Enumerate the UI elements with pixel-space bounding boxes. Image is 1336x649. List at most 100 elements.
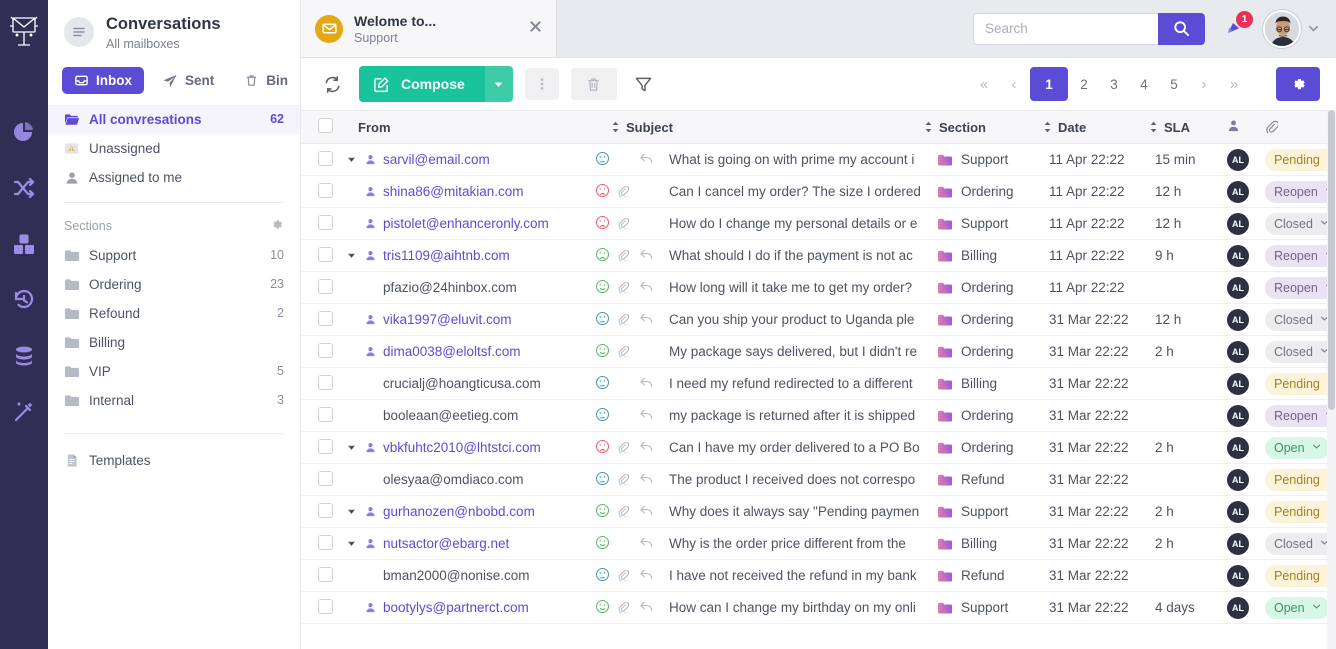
row-subject-cell[interactable]: my package is returned after it is shipp… <box>669 399 937 432</box>
sidebar-section-refound[interactable]: Refound 2 <box>48 299 300 328</box>
header-section[interactable]: Section <box>925 110 1049 144</box>
tab-bin[interactable]: Bin <box>232 67 300 94</box>
paperclip-icon[interactable] <box>617 471 630 486</box>
row-assignee-cell[interactable]: AL <box>1227 175 1265 208</box>
row-assignee-cell[interactable]: AL <box>1227 399 1265 432</box>
filter-button[interactable] <box>629 69 659 99</box>
search-input[interactable] <box>973 12 1158 45</box>
row-expand-toggle[interactable] <box>345 155 358 164</box>
row-assignee-cell[interactable]: AL <box>1227 239 1265 272</box>
status-badge[interactable]: Open <box>1265 596 1330 619</box>
chevron-down-icon[interactable] <box>1312 442 1321 451</box>
status-badge[interactable]: Open <box>1265 436 1330 459</box>
row-assignee-cell[interactable]: AL <box>1227 207 1265 240</box>
row-subject-cell[interactable]: Why is the order price different from th… <box>669 527 937 560</box>
row-expand-toggle[interactable] <box>345 443 358 452</box>
pagination-last[interactable]: » <box>1220 69 1248 99</box>
row-subject-cell[interactable]: I have not received the refund in my ban… <box>669 559 937 592</box>
vertical-scrollbar[interactable] <box>1327 110 1336 649</box>
table-row[interactable]: pfazio@24hinbox.com How long will it tak… <box>301 271 1336 304</box>
tab-inbox[interactable]: Inbox <box>62 67 144 95</box>
paperclip-icon[interactable] <box>617 343 630 358</box>
sidebar-section-billing[interactable]: Billing <box>48 328 300 357</box>
row-from-cell[interactable]: crucialj@hoangticusa.com <box>337 367 595 400</box>
row-subject-cell[interactable]: How can I change my birthday on my onli <box>669 591 937 624</box>
row-subject-cell[interactable]: I need my refund redirected to a differe… <box>669 367 937 400</box>
table-row[interactable]: gurhanozen@nbobd.com Why does it always … <box>301 495 1336 528</box>
status-badge[interactable]: Pending <box>1265 372 1336 395</box>
reply-icon[interactable] <box>639 472 654 485</box>
row-subject-cell[interactable]: What should I do if the payment is not a… <box>669 239 937 272</box>
row-assignee-cell[interactable]: AL <box>1227 463 1265 496</box>
row-checkbox[interactable] <box>318 406 333 422</box>
database-icon[interactable] <box>0 328 48 384</box>
row-checkbox[interactable] <box>318 470 333 486</box>
row-subject-cell[interactable]: Can you ship your product to Uganda ple <box>669 303 937 336</box>
table-row[interactable]: shina86@mitakian.com Can I cancel my ord… <box>301 175 1336 208</box>
row-from-cell[interactable]: vika1997@eluvit.com <box>337 303 595 336</box>
row-from-cell[interactable]: bootylys@partnerct.com <box>337 591 595 624</box>
sidebar-item-templates[interactable]: Templates <box>48 444 300 475</box>
pagination-page-4[interactable]: 4 <box>1130 69 1158 99</box>
table-row[interactable]: tris1109@aihtnb.com What should I do if … <box>301 239 1336 272</box>
chevron-down-icon[interactable] <box>1312 442 1321 454</box>
paperclip-icon[interactable] <box>617 439 630 454</box>
gear-icon[interactable] <box>269 217 284 235</box>
status-badge[interactable]: Reopen <box>1265 180 1336 203</box>
row-checkbox[interactable] <box>318 502 333 518</box>
table-row[interactable]: booleaan@eetieg.com my package is return… <box>301 399 1336 432</box>
select-all-checkbox[interactable] <box>318 118 333 133</box>
reply-icon[interactable] <box>639 312 654 325</box>
row-from-cell[interactable]: gurhanozen@nbobd.com <box>337 495 595 528</box>
sidebar-item-all-conversations[interactable]: All convresations 62 <box>48 104 300 134</box>
row-assignee-cell[interactable]: AL <box>1227 303 1265 336</box>
pagination-prev[interactable]: ‹ <box>1000 69 1028 99</box>
magic-wand-icon[interactable] <box>0 384 48 440</box>
table-row[interactable]: bman2000@nonise.com I have not received … <box>301 559 1336 592</box>
row-checkbox[interactable] <box>318 182 333 198</box>
row-subject-cell[interactable]: Can I have my order delivered to a PO Bo <box>669 431 937 464</box>
table-row[interactable]: dima0038@eloltsf.com My package says del… <box>301 335 1336 368</box>
row-checkbox[interactable] <box>318 566 333 582</box>
row-checkbox[interactable] <box>318 438 333 454</box>
row-subject-cell[interactable]: The product I received does not correspo <box>669 463 937 496</box>
expand-caret-icon[interactable] <box>347 251 356 260</box>
paperclip-icon[interactable] <box>617 599 630 614</box>
reply-icon[interactable] <box>639 152 654 165</box>
row-expand-toggle[interactable] <box>345 539 358 548</box>
search-button[interactable] <box>1158 12 1205 45</box>
reply-icon[interactable] <box>639 248 654 261</box>
paperclip-icon[interactable] <box>617 215 630 230</box>
expand-caret-icon[interactable] <box>347 539 356 548</box>
compose-dropdown-button[interactable] <box>484 66 513 102</box>
row-from-cell[interactable]: bman2000@nonise.com <box>337 559 595 592</box>
reply-icon[interactable] <box>639 440 654 453</box>
pagination-page-5[interactable]: 5 <box>1160 69 1188 99</box>
status-badge[interactable]: Closed <box>1265 308 1336 331</box>
paperclip-icon[interactable] <box>617 567 630 582</box>
reply-icon[interactable] <box>639 376 654 389</box>
row-checkbox[interactable] <box>318 598 333 614</box>
pagination-first[interactable]: « <box>970 69 998 99</box>
account-menu[interactable] <box>1263 9 1320 48</box>
row-subject-cell[interactable]: Can I cancel my order? The size I ordere… <box>669 175 937 208</box>
sidebar-section-support[interactable]: Support 10 <box>48 241 300 270</box>
row-checkbox[interactable] <box>318 214 333 230</box>
pagination-page-3[interactable]: 3 <box>1100 69 1128 99</box>
status-badge[interactable]: Closed <box>1265 532 1336 555</box>
row-checkbox[interactable] <box>318 310 333 326</box>
table-row[interactable]: pistolet@enhanceronly.com How do I chang… <box>301 207 1336 240</box>
header-from[interactable]: From <box>337 110 595 144</box>
row-checkbox[interactable] <box>318 150 333 166</box>
header-sla[interactable]: SLA <box>1150 110 1227 144</box>
header-attachment[interactable] <box>1265 110 1336 144</box>
paperclip-icon[interactable] <box>617 503 630 518</box>
row-checkbox[interactable] <box>318 278 333 294</box>
shuffle-icon[interactable] <box>0 160 48 216</box>
row-assignee-cell[interactable]: AL <box>1227 591 1265 624</box>
row-from-cell[interactable]: nutsactor@ebarg.net <box>337 527 595 560</box>
history-icon[interactable] <box>0 272 48 328</box>
row-assignee-cell[interactable]: AL <box>1227 559 1265 592</box>
row-subject-cell[interactable]: What is going on with prime my account i <box>669 143 937 176</box>
row-checkbox[interactable] <box>318 374 333 390</box>
